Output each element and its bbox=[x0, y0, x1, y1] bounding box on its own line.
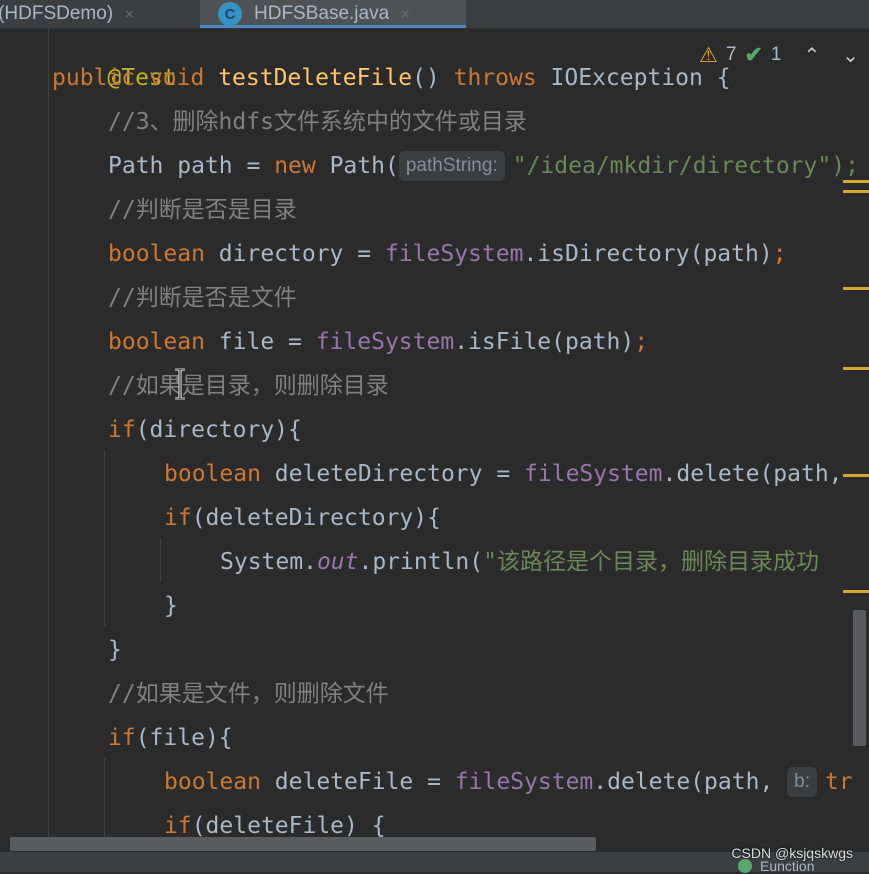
comment-line: //3、删除hdfs文件系统中的文件或目录 bbox=[108, 109, 527, 135]
code-text: .delete(path, bbox=[593, 769, 788, 795]
code-line: } bbox=[108, 637, 122, 663]
keyword: if bbox=[108, 417, 136, 443]
code-line: System.out.println("该路径是个目录，删除目录成功 bbox=[220, 540, 819, 584]
parameter-hint: pathString: bbox=[398, 151, 505, 181]
watermark: CSDN @ksjqskwgs bbox=[731, 845, 853, 861]
indent-guide bbox=[104, 758, 105, 840]
inspection-widget[interactable]: ⚠ 7 ✔ 1 ⌃ ⌄ bbox=[699, 38, 859, 72]
code-text: () bbox=[412, 65, 454, 91]
check-icon: ✔ bbox=[744, 42, 763, 67]
semicolon: ; bbox=[772, 241, 787, 267]
warning-icon: ⚠ bbox=[699, 43, 718, 67]
code-text: Path( bbox=[329, 153, 399, 179]
code-text: file = bbox=[218, 329, 316, 355]
close-icon[interactable]: × bbox=[401, 6, 410, 23]
code-text: (directory){ bbox=[135, 417, 302, 443]
code-line: if(deleteDirectory){ bbox=[164, 496, 441, 540]
static-field: out bbox=[316, 549, 359, 575]
code-line: public void testDeleteFile() throws IOEx… bbox=[52, 56, 731, 100]
error-stripe-marker[interactable] bbox=[843, 180, 869, 183]
field: fileSystem bbox=[315, 329, 455, 355]
error-stripe-marker[interactable] bbox=[843, 474, 869, 477]
chevron-down-icon[interactable]: ⌄ bbox=[842, 43, 859, 68]
keyword: boolean bbox=[108, 329, 219, 355]
status-dot-icon bbox=[738, 859, 752, 873]
keyword: if bbox=[164, 813, 192, 839]
code-line: Path path = new Path(pathString: "/idea/m… bbox=[108, 144, 859, 188]
code-text: .println( bbox=[358, 549, 484, 575]
code-line: if(file){ bbox=[108, 716, 233, 760]
code-text: deleteDirectory = bbox=[274, 461, 525, 487]
tab-label: HDFSBase.java bbox=[254, 3, 390, 24]
field: fileSystem bbox=[454, 769, 594, 795]
indent-guide bbox=[104, 450, 105, 626]
comment-line: //判断是否是目录 bbox=[108, 197, 297, 223]
chevron-up-icon[interactable]: ⌃ bbox=[803, 43, 820, 68]
keyword: if bbox=[164, 505, 192, 531]
code-text: path = bbox=[177, 153, 275, 179]
code-text: Path bbox=[108, 153, 178, 179]
keyword: public bbox=[52, 65, 149, 91]
code-line: boolean file = fileSystem.isFile(path); bbox=[108, 320, 648, 364]
error-stripe-marker[interactable] bbox=[843, 190, 869, 193]
code-text: .delete(path, bbox=[662, 461, 843, 487]
keyword: boolean bbox=[164, 769, 275, 795]
code-text: directory = bbox=[218, 241, 385, 267]
keyword: void bbox=[148, 65, 219, 91]
keyword: if bbox=[108, 725, 136, 751]
tab-hdfsbase-java[interactable]: C HDFSBase.java × bbox=[200, 0, 466, 28]
keyword: boolean bbox=[164, 461, 275, 487]
parameter-hint: b: bbox=[787, 767, 818, 797]
code-line: boolean deleteDirectory = fileSystem.del… bbox=[164, 452, 843, 496]
code-line: boolean directory = fileSystem.isDirecto… bbox=[108, 232, 787, 276]
error-stripe-marker[interactable] bbox=[843, 287, 869, 290]
vertical-scrollbar[interactable] bbox=[853, 610, 866, 746]
semicolon: ; bbox=[634, 329, 649, 355]
field: fileSystem bbox=[384, 241, 524, 267]
keyword: new bbox=[274, 153, 330, 179]
comment-line: //如果是文件，则删除文件 bbox=[108, 681, 389, 707]
code-line: } bbox=[164, 593, 178, 619]
code-line: @Test bbox=[52, 12, 176, 91]
string-literal: "该路径是个目录，删除目录成功 bbox=[483, 549, 819, 575]
keyword: throws bbox=[453, 65, 551, 91]
code-text: System. bbox=[220, 549, 317, 575]
comment-line: //判断是否是文件 bbox=[108, 285, 297, 311]
error-stripe-marker[interactable] bbox=[843, 367, 869, 370]
code-text: (file){ bbox=[135, 725, 233, 751]
method-name: testDeleteFile bbox=[218, 65, 413, 91]
indent-guide bbox=[160, 538, 161, 582]
check-count: 1 bbox=[770, 44, 782, 65]
text-cursor-icon bbox=[175, 368, 185, 400]
code-text: deleteFile = bbox=[274, 769, 455, 795]
code-line: boolean deleteFile = fileSystem.delete(p… bbox=[164, 760, 853, 804]
comment-line: //如果是目录，则删除目录 bbox=[108, 373, 389, 399]
error-stripe-marker[interactable] bbox=[843, 590, 869, 593]
horizontal-scrollbar[interactable] bbox=[10, 837, 596, 851]
code-line: if(directory){ bbox=[108, 408, 302, 452]
code-text: (deleteFile) { bbox=[191, 813, 386, 839]
warning-count: 7 bbox=[725, 44, 737, 65]
field: fileSystem bbox=[524, 461, 663, 487]
string-literal: "/idea/mkdir/directory"); bbox=[512, 153, 859, 179]
keyword: tr bbox=[825, 769, 853, 795]
java-class-icon: C bbox=[218, 2, 242, 26]
code-text: .isDirectory(path) bbox=[523, 241, 773, 267]
code-text: (deleteDirectory){ bbox=[191, 505, 441, 531]
keyword: boolean bbox=[108, 241, 219, 267]
indent-guide bbox=[48, 28, 49, 840]
code-text: .isFile(path) bbox=[454, 329, 635, 355]
